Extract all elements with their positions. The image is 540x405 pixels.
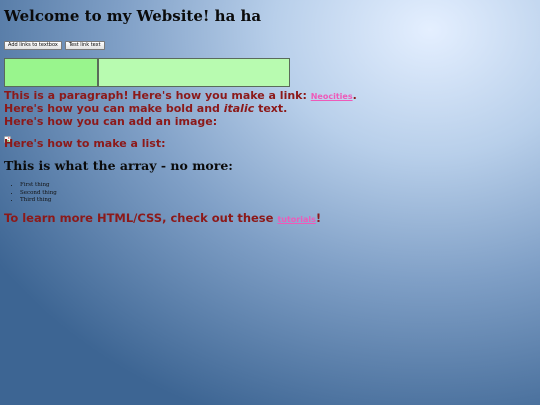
page-heading: Welcome to my Website! ha ha: [4, 7, 262, 25]
paragraph-text: This is a paragraph! Here's how you make…: [4, 89, 311, 102]
right-textbox[interactable]: [98, 58, 290, 87]
things-list: First thing Second thing Third thing: [12, 182, 57, 205]
list-intro-line: Here's how to make a list:: [4, 137, 166, 150]
neocities-link[interactable]: Neocities: [311, 92, 353, 101]
broken-image-icon: [4, 128, 11, 143]
tutorials-link[interactable]: tutorials: [277, 215, 315, 224]
italic-text: italic: [223, 102, 255, 115]
add-links-button[interactable]: Add links to textbox: [4, 41, 62, 50]
array-heading: This is what the array - no more:: [4, 158, 233, 173]
learn-more-text: To learn more HTML/CSS, check out these: [4, 211, 278, 225]
paragraph-line: This is a paragraph! Here's how you make…: [4, 89, 357, 103]
learn-more-line: To learn more HTML/CSS, check out these …: [4, 212, 321, 226]
learn-more-suffix: !: [315, 211, 322, 225]
bold-italic-line: Here's how you can make bold and italic …: [4, 102, 287, 115]
image-line: Here's how you can add an image:: [4, 115, 218, 128]
bold-suffix: text.: [254, 102, 288, 115]
list-item: Third thing: [20, 197, 57, 205]
left-textbox[interactable]: [4, 58, 98, 87]
list-item: First thing: [20, 182, 57, 190]
test-link-button[interactable]: Test link text: [64, 41, 105, 50]
bold-text: Here's how you can make bold and: [4, 102, 224, 115]
list-item: Second thing: [20, 190, 57, 198]
toolbar: Add links to textbox Test link text: [4, 41, 105, 50]
paragraph-suffix: .: [352, 89, 357, 102]
